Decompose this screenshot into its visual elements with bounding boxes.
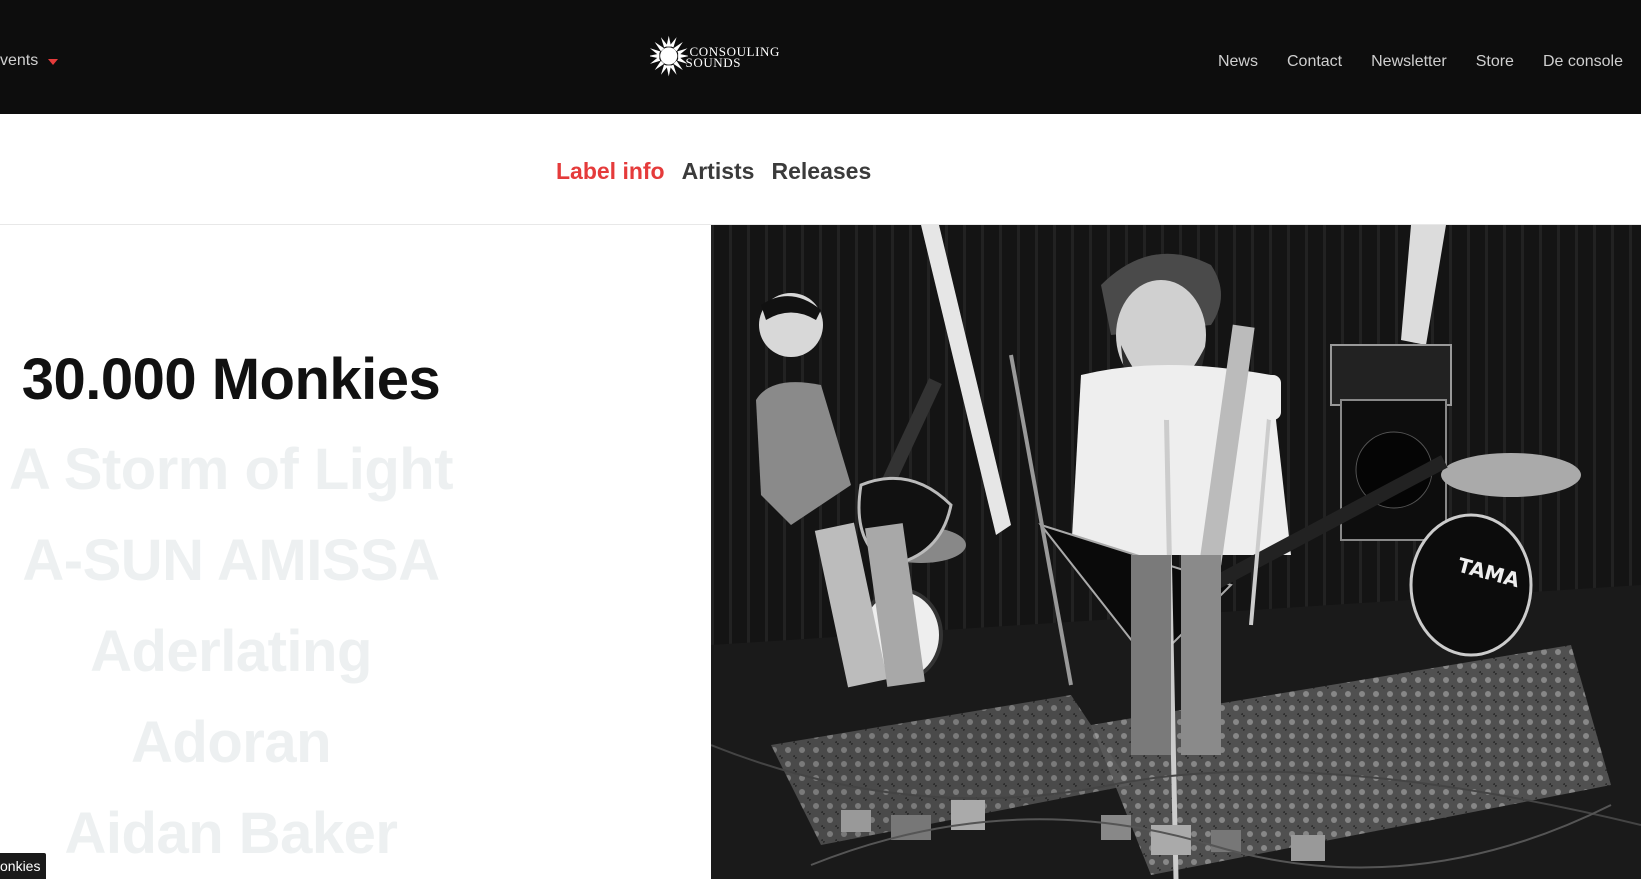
events-menu[interactable]: vents xyxy=(0,52,59,70)
nav-de-console[interactable]: De console xyxy=(1543,53,1623,71)
artist-list: 30.000 Monkies A Storm of Light A-SUN AM… xyxy=(0,225,711,879)
tab-label-info[interactable]: Label info xyxy=(556,158,665,185)
nav-news[interactable]: News xyxy=(1218,53,1258,71)
nav-store[interactable]: Store xyxy=(1476,53,1514,71)
sun-logo-icon xyxy=(650,35,688,77)
artist-item[interactable]: Adoran xyxy=(0,709,462,776)
tab-releases[interactable]: Releases xyxy=(771,158,871,185)
sub-nav: Label info Artists Releases xyxy=(0,114,1641,225)
status-tooltip: onkies xyxy=(0,853,47,879)
nav-contact[interactable]: Contact xyxy=(1287,53,1342,71)
nav-newsletter[interactable]: Newsletter xyxy=(1371,53,1447,71)
tab-artists[interactable]: Artists xyxy=(682,158,755,185)
top-header: vents CONSOULING SOUNDS News Contact New… xyxy=(0,0,1641,114)
artist-item[interactable]: Aderlating xyxy=(0,618,462,685)
top-nav: News Contact Newsletter Store De console xyxy=(1218,53,1623,71)
artist-item[interactable]: A Storm of Light xyxy=(0,436,462,503)
artist-item[interactable]: Aidan Baker xyxy=(0,800,462,867)
artist-item-current[interactable]: 30.000 Monkies xyxy=(0,346,462,413)
chevron-down-icon[interactable] xyxy=(48,59,59,65)
logo[interactable]: CONSOULING SOUNDS xyxy=(650,24,780,88)
artist-item[interactable]: A-SUN AMISSA xyxy=(0,527,462,594)
band-photo: TAMA xyxy=(711,225,1641,879)
band-photo-image: TAMA xyxy=(711,225,1641,879)
logo-wordmark: CONSOULING SOUNDS xyxy=(686,45,781,69)
events-label[interactable]: vents xyxy=(0,52,38,70)
